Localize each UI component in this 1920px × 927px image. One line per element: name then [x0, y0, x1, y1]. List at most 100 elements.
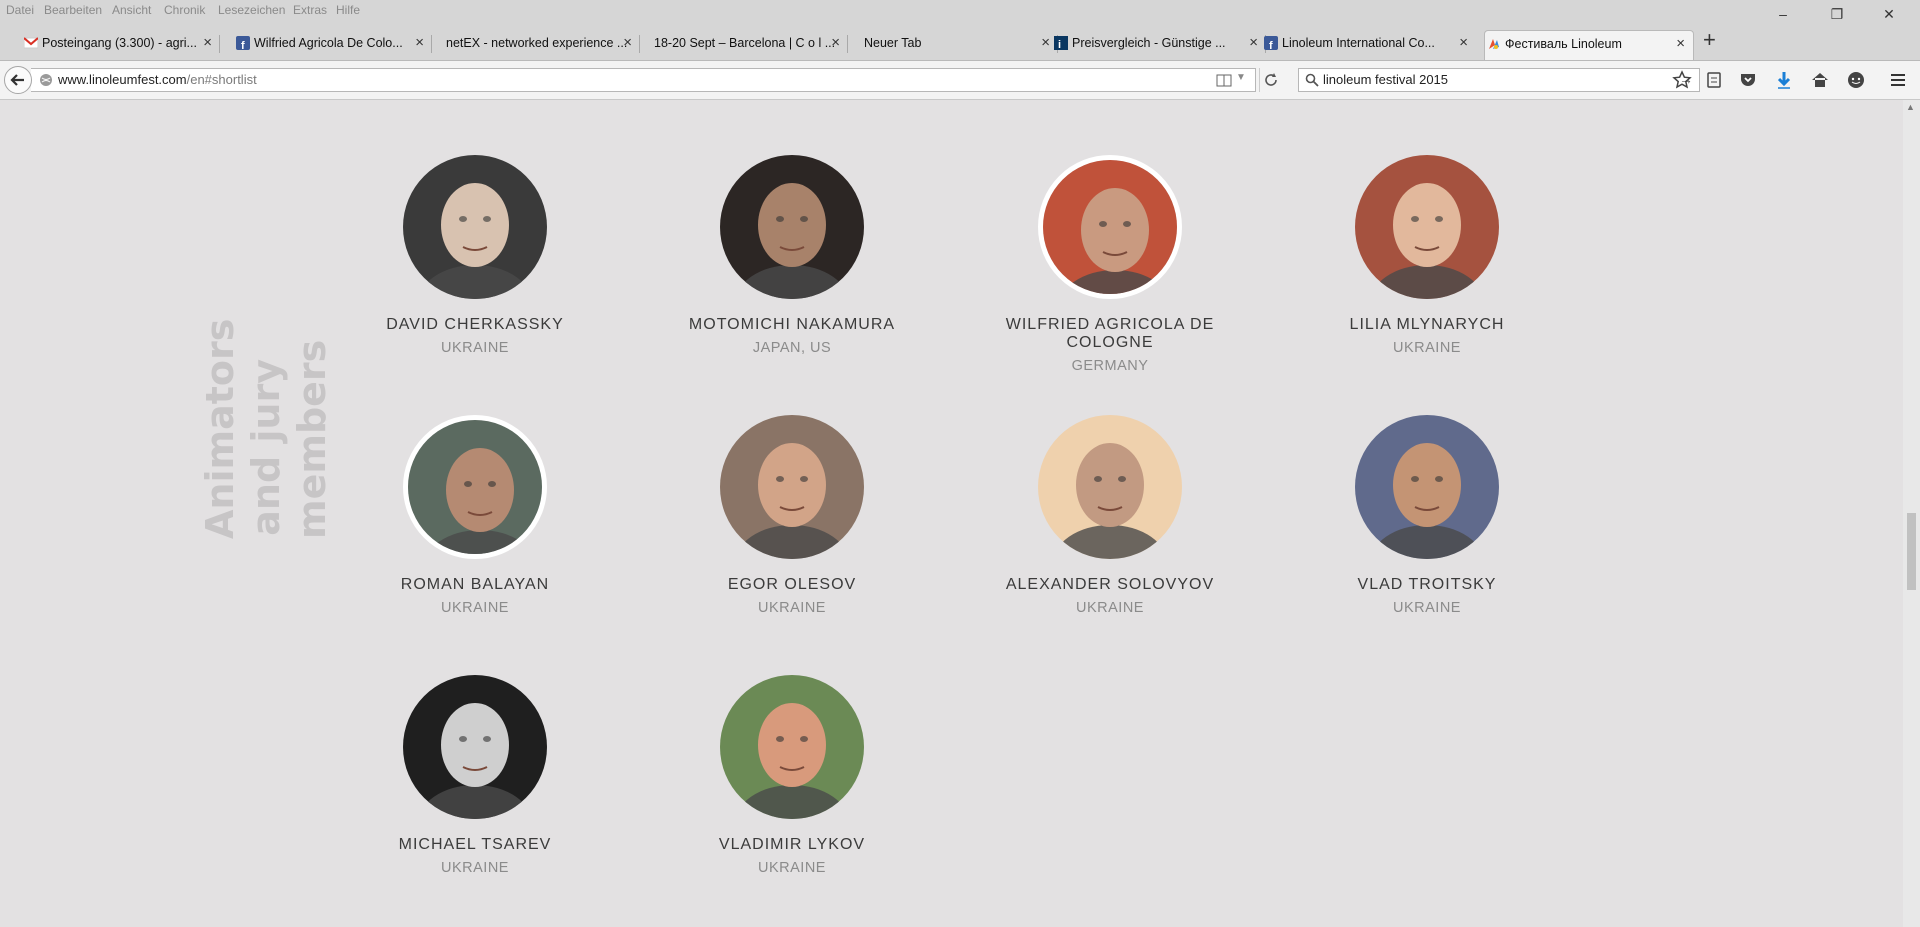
- menu-history[interactable]: Chronik: [164, 3, 205, 17]
- scroll-thumb[interactable]: [1907, 513, 1916, 590]
- tab-title: Posteingang (3.300) - agri...: [42, 36, 197, 50]
- person-name[interactable]: LILIA MLYNARYCH: [1277, 316, 1577, 334]
- tab-facebook-wilfried[interactable]: f Wilfried Agricola De Colo... ×: [234, 30, 432, 60]
- close-icon[interactable]: ×: [623, 30, 632, 56]
- hello-icon[interactable]: [1846, 70, 1866, 90]
- avatar[interactable]: [1355, 155, 1499, 299]
- menu-bar: Datei Bearbeiten Ansicht Chronik Lesezei…: [0, 0, 1920, 21]
- person-name[interactable]: VLAD TROITSKY: [1277, 576, 1577, 594]
- tab-preisvergleich[interactable]: i Preisvergleich - Günstige ... ×: [1052, 30, 1266, 60]
- svg-text:i: i: [1058, 39, 1061, 50]
- close-icon[interactable]: ×: [1249, 30, 1258, 56]
- avatar[interactable]: [1355, 415, 1499, 559]
- reader-view-icon[interactable]: [1216, 74, 1232, 87]
- person-country: UKRAINE: [758, 860, 826, 876]
- menu-help[interactable]: Hilfe: [336, 3, 360, 17]
- tab-title: Wilfried Agricola De Colo...: [254, 36, 403, 50]
- avatar[interactable]: [1038, 155, 1182, 299]
- search-icon: [1305, 73, 1319, 87]
- menu-hamburger-icon[interactable]: [1888, 70, 1908, 90]
- facebook-icon: f: [236, 36, 250, 50]
- tab-facebook-linoleum[interactable]: f Linoleum International Co... ×: [1262, 30, 1474, 60]
- avatar[interactable]: [720, 155, 864, 299]
- tab-new[interactable]: Neuer Tab ×: [844, 30, 1058, 60]
- menu-tools[interactable]: Extras: [293, 3, 327, 17]
- person-name[interactable]: MICHAEL TSAREV: [325, 836, 625, 854]
- person-country: UKRAINE: [1076, 600, 1144, 616]
- person-name[interactable]: EGOR OLESOV: [642, 576, 942, 594]
- person-name[interactable]: WILFRIED AGRICOLA DE COLOGNE: [960, 316, 1260, 352]
- avatar[interactable]: [403, 415, 547, 559]
- menu-bookmarks[interactable]: Lesezeichen: [218, 3, 285, 17]
- close-icon[interactable]: ×: [415, 30, 424, 56]
- reload-icon[interactable]: [1264, 73, 1279, 88]
- person-name[interactable]: MOTOMICHI NAKAMURA: [642, 316, 942, 334]
- back-button[interactable]: [4, 66, 32, 94]
- close-icon[interactable]: ×: [831, 30, 840, 56]
- linoleum-icon: [1489, 39, 1499, 49]
- person-country: UKRAINE: [441, 600, 509, 616]
- jury-member-card[interactable]: VLADIMIR LYKOV UKRAINE: [642, 675, 942, 876]
- jury-member-card[interactable]: MICHAEL TSAREV UKRAINE: [325, 675, 625, 876]
- menu-file[interactable]: Datei: [6, 3, 34, 17]
- close-icon[interactable]: ×: [1459, 30, 1468, 56]
- tab-linoleum-active[interactable]: Фестиваль Linoleum ×: [1484, 30, 1694, 60]
- jury-member-card[interactable]: MOTOMICHI NAKAMURA JAPAN, US: [642, 155, 942, 356]
- svg-text:f: f: [1269, 40, 1273, 50]
- jury-member-card[interactable]: EGOR OLESOV UKRAINE: [642, 415, 942, 616]
- jury-member-card[interactable]: WILFRIED AGRICOLA DE COLOGNE GERMANY: [960, 155, 1260, 374]
- download-icon[interactable]: [1774, 70, 1794, 90]
- jury-member-card[interactable]: LILIA MLYNARYCH UKRAINE: [1277, 155, 1577, 356]
- tab-title: Preisvergleich - Günstige ...: [1072, 36, 1226, 50]
- menu-edit[interactable]: Bearbeiten: [44, 3, 102, 17]
- person-name[interactable]: DAVID CHERKASSKY: [325, 316, 625, 334]
- idealo-icon: i: [1054, 36, 1068, 50]
- new-tab-button[interactable]: +: [1703, 27, 1716, 53]
- page-content: Animators and jury members DAVID CHERKAS…: [0, 100, 1920, 927]
- gmail-icon: [24, 37, 38, 49]
- search-bar[interactable]: linoleum festival 2015 →: [1298, 68, 1700, 92]
- person-name[interactable]: ALEXANDER SOLOVYOV: [960, 576, 1260, 594]
- tab-title: netEX - networked experience ...: [446, 36, 628, 50]
- pocket-icon[interactable]: [1738, 70, 1758, 90]
- bookmark-star-icon[interactable]: [1672, 70, 1692, 90]
- section-title: Animators and jury members: [198, 318, 334, 539]
- scrollbar[interactable]: ▲: [1903, 100, 1920, 927]
- home-icon[interactable]: [1810, 70, 1830, 90]
- person-name[interactable]: ROMAN BALAYAN: [325, 576, 625, 594]
- avatar[interactable]: [720, 415, 864, 559]
- menu-view[interactable]: Ansicht: [112, 3, 151, 17]
- back-arrow-icon: [10, 74, 24, 86]
- person-name[interactable]: VLADIMIR LYKOV: [642, 836, 942, 854]
- jury-member-card[interactable]: VLAD TROITSKY UKRAINE: [1277, 415, 1577, 616]
- url-bar[interactable]: www.linoleumfest.com/en#shortlist ▼: [31, 68, 1277, 92]
- avatar[interactable]: [403, 155, 547, 299]
- avatar[interactable]: [720, 675, 864, 819]
- chevron-down-icon[interactable]: ▼: [1236, 72, 1246, 83]
- person-country: GERMANY: [1071, 358, 1149, 374]
- jury-member-card[interactable]: ROMAN BALAYAN UKRAINE: [325, 415, 625, 616]
- url-text[interactable]: www.linoleumfest.com/en#shortlist: [58, 72, 257, 87]
- tab-bar: Posteingang (3.300) - agri... × f Wilfri…: [0, 21, 1920, 61]
- tab-title: Linoleum International Co...: [1282, 36, 1435, 50]
- navigation-bar: www.linoleumfest.com/en#shortlist ▼ lino…: [0, 61, 1920, 100]
- close-icon[interactable]: ×: [203, 30, 212, 56]
- person-country: UKRAINE: [1393, 600, 1461, 616]
- scroll-up-icon[interactable]: ▲: [1906, 102, 1915, 112]
- avatar[interactable]: [403, 675, 547, 819]
- tab-barcelona[interactable]: 18-20 Sept – Barcelona | C o l ... ×: [634, 30, 848, 60]
- avatar[interactable]: [1038, 415, 1182, 559]
- tab-gmail[interactable]: Posteingang (3.300) - agri... ×: [22, 30, 220, 60]
- jury-member-card[interactable]: ALEXANDER SOLOVYOV UKRAINE: [960, 415, 1260, 616]
- search-input[interactable]: linoleum festival 2015: [1323, 72, 1448, 87]
- close-icon[interactable]: ×: [1041, 30, 1050, 56]
- bookmarks-list-icon[interactable]: [1704, 70, 1724, 90]
- jury-member-card[interactable]: DAVID CHERKASSKY UKRAINE: [325, 155, 625, 356]
- globe-icon: [40, 74, 52, 86]
- person-country: UKRAINE: [441, 340, 509, 356]
- svg-text:f: f: [241, 40, 245, 50]
- close-icon[interactable]: ×: [1676, 31, 1685, 57]
- person-country: UKRAINE: [1393, 340, 1461, 356]
- tab-netex[interactable]: netEX - networked experience ... ×: [426, 30, 640, 60]
- tab-title: Neuer Tab: [864, 36, 922, 50]
